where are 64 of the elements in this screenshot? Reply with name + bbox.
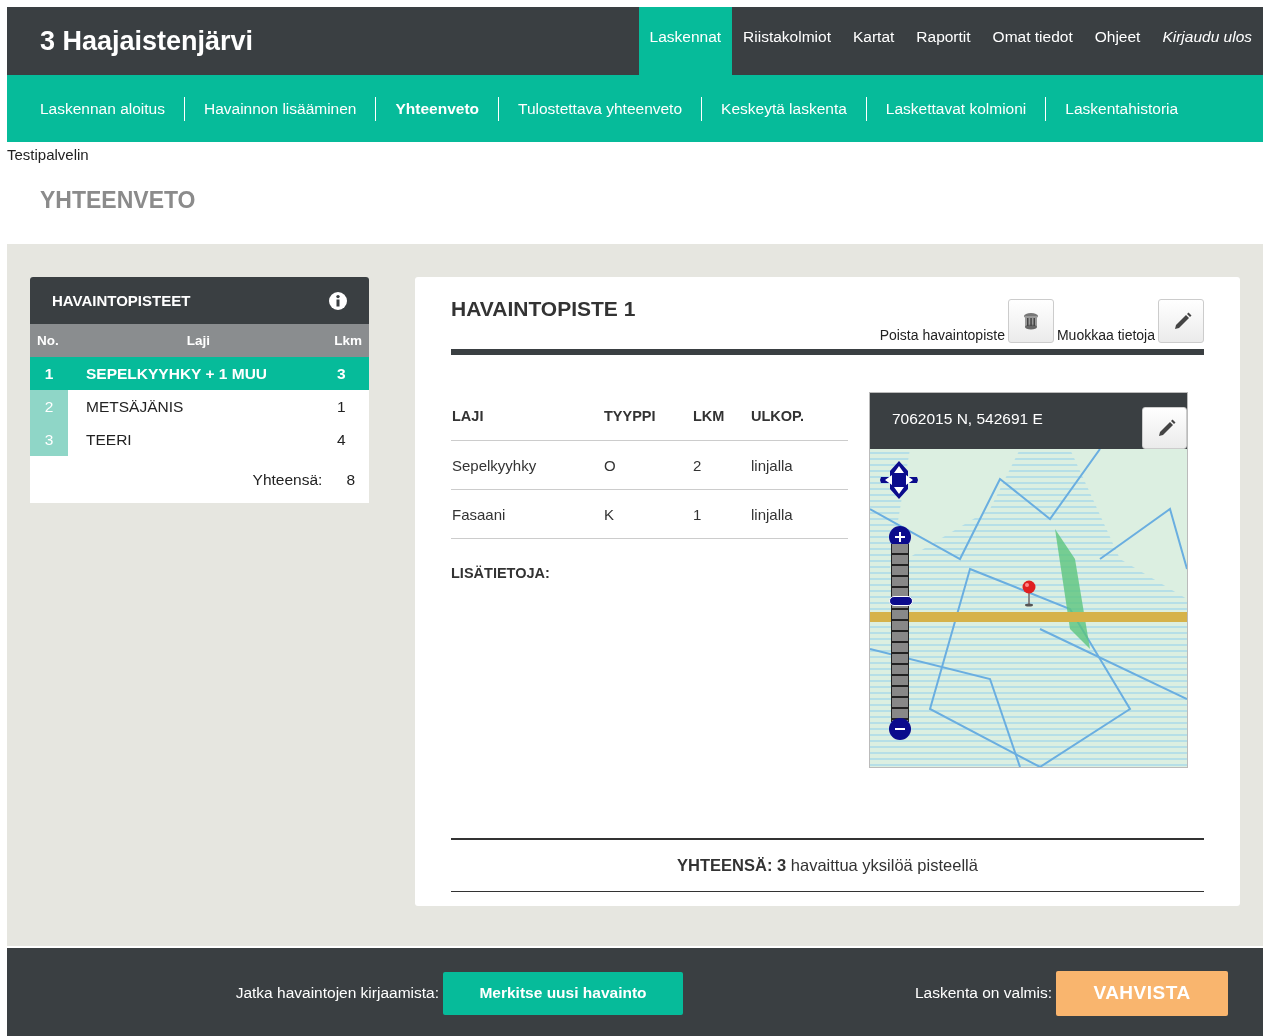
summary-text: YHTEENSÄ: 3 havaittua yksilöä pisteellä <box>677 856 978 875</box>
table-cell-text: O <box>604 456 617 474</box>
menu-link[interactable]: Ohjeet <box>1083 7 1152 75</box>
table-cell-text: Sepelkyyhky <box>451 456 538 474</box>
total-label: Yhteensä: <box>252 470 323 489</box>
menu-link[interactable]: Riistakolmiot <box>732 7 842 75</box>
nav-tab[interactable]: Laskentahistoria <box>1045 96 1198 121</box>
map-pin-icon <box>1021 580 1037 607</box>
table-cell-text: 1 <box>337 396 347 417</box>
point-row[interactable]: 3 TEERI 4 <box>30 423 369 456</box>
nav-tab[interactable]: Laskennan aloitus <box>21 96 184 121</box>
delete-button[interactable] <box>1007 299 1054 343</box>
nav-tab[interactable]: Havainnon lisääminen <box>183 96 376 121</box>
point-row[interactable]: 1 SEPELKYYHKY + 1 MUU 3 <box>30 357 369 390</box>
column-header: TYYPPI <box>604 408 657 424</box>
nav-tab[interactable]: Laskettavat kolmioni <box>865 96 1046 121</box>
zoom-slider-thumb[interactable] <box>889 596 913 607</box>
new-observation-button[interactable]: Merkitse uusi havainto <box>443 971 683 1015</box>
table-cell-text: 3 <box>337 363 347 384</box>
table-cell-text: K <box>604 505 615 523</box>
point-row[interactable]: 2 METSÄJÄNIS 1 <box>30 390 369 423</box>
point-title: HAVAINTOPISTE 1 <box>451 297 636 321</box>
coordinates-text: 7062015 N, 542691 E <box>892 410 1043 428</box>
site-title: 3 Haajaistenjärvi <box>40 25 254 57</box>
table-cell-text: 1 <box>693 505 703 523</box>
edit-button[interactable] <box>1158 299 1204 343</box>
table-cell-text: 2 <box>693 456 703 474</box>
nav-tab[interactable]: Keskeytä laskenta <box>701 96 866 121</box>
column-header: LKM <box>693 408 726 424</box>
row-number: 2 <box>30 390 68 423</box>
column-header: LAJI <box>451 408 485 424</box>
table-cell-text: linjalla <box>751 505 794 523</box>
menu-link[interactable]: Raportit <box>905 7 982 75</box>
column-header: No. <box>36 333 60 348</box>
menu-link[interactable]: Kirjaudu ulos <box>1151 7 1263 75</box>
plus-icon <box>894 531 906 543</box>
panel-title: HAVAINTOPISTEET <box>52 292 191 309</box>
nav-tab[interactable]: Tulostettava yhteenveto <box>498 96 702 121</box>
page-title: YHTEENVETO <box>40 186 197 215</box>
table-cell-text: METSÄJÄNIS <box>85 396 185 417</box>
delete-label: Poista havaintopiste <box>879 327 1005 343</box>
table-cell-text: TEERI <box>85 429 133 450</box>
done-label: Laskenta on valmis: <box>915 984 1052 1002</box>
table-cell-text: linjalla <box>751 456 794 474</box>
table-cell-text: SEPELKYYHKY + 1 MUU <box>85 363 269 384</box>
column-header: ULKOP. <box>751 408 805 424</box>
edit-location-button[interactable] <box>1142 407 1187 449</box>
total-value: 8 <box>346 470 355 489</box>
info-icon[interactable] <box>329 291 347 310</box>
pan-control-icon[interactable] <box>879 460 919 500</box>
continue-label: Jatka havaintojen kirjaamista: <box>235 984 439 1002</box>
menu-link[interactable]: Omat tiedot <box>981 7 1084 75</box>
row-number: 3 <box>30 423 68 456</box>
table-cell-text: 4 <box>337 429 347 450</box>
notes-label: LISÄTIETOJA: <box>451 565 551 581</box>
menu-link[interactable]: Kartat <box>841 7 906 75</box>
table-cell-text: Fasaani <box>451 505 507 523</box>
edit-label: Muokkaa tietoja <box>1056 327 1155 343</box>
menu-link[interactable]: Laskennat <box>638 7 733 75</box>
column-header: Lkm <box>333 333 363 348</box>
confirm-button[interactable]: VAHVISTA <box>1056 970 1228 1016</box>
column-header: Laji <box>185 333 212 348</box>
environment-label: Testipalvelin <box>7 146 90 164</box>
nav-tab[interactable]: Yhteenveto <box>375 96 499 121</box>
